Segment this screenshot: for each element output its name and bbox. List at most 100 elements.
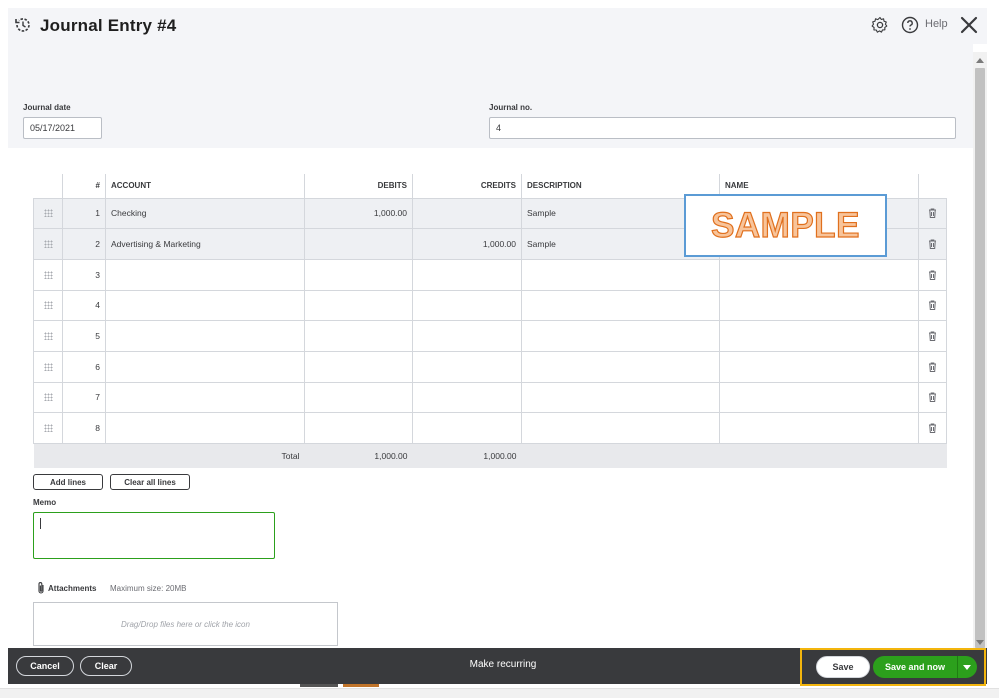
close-icon[interactable] bbox=[959, 15, 979, 35]
scroll-down-icon[interactable] bbox=[976, 640, 984, 645]
trash-icon[interactable] bbox=[928, 423, 937, 434]
description-cell[interactable] bbox=[521, 351, 720, 383]
line-number: 6 bbox=[62, 351, 106, 383]
save-and-new-button[interactable]: Save and now bbox=[873, 656, 977, 678]
drag-handle-icon[interactable] bbox=[43, 209, 53, 218]
credit-cell[interactable] bbox=[412, 259, 522, 291]
attachments-dropzone[interactable]: Drag/Drop files here or click the icon bbox=[33, 602, 338, 646]
journal-no-label: Journal no. bbox=[489, 103, 533, 112]
name-cell[interactable] bbox=[719, 382, 919, 414]
credit-cell[interactable] bbox=[412, 197, 522, 230]
credit-cell[interactable] bbox=[412, 412, 522, 444]
journal-date-label: Journal date bbox=[23, 103, 71, 112]
gear-icon[interactable] bbox=[871, 16, 889, 34]
name-cell[interactable] bbox=[719, 320, 919, 352]
account-cell[interactable] bbox=[105, 412, 305, 444]
column-header-credits: CREDITS bbox=[412, 174, 522, 198]
drag-handle-icon[interactable] bbox=[43, 301, 53, 310]
cancel-button[interactable]: Cancel bbox=[16, 656, 74, 676]
scroll-up-icon[interactable] bbox=[976, 58, 984, 63]
account-cell[interactable] bbox=[105, 320, 305, 352]
debit-cell[interactable] bbox=[304, 228, 413, 260]
vertical-scrollbar[interactable] bbox=[973, 52, 987, 648]
name-cell[interactable] bbox=[719, 290, 919, 322]
credit-cell[interactable]: 1,000.00 bbox=[412, 228, 522, 260]
table-row[interactable]: 7 bbox=[33, 382, 947, 414]
drag-handle-icon[interactable] bbox=[43, 332, 53, 341]
paperclip-icon[interactable] bbox=[36, 581, 46, 595]
description-cell[interactable] bbox=[521, 320, 720, 352]
line-number: 7 bbox=[62, 382, 106, 414]
credit-cell[interactable] bbox=[412, 290, 522, 322]
save-and-new-label[interactable]: Save and now bbox=[873, 656, 957, 678]
attachments-label: Attachments bbox=[48, 584, 97, 593]
drag-handle-icon[interactable] bbox=[43, 362, 53, 371]
account-cell[interactable] bbox=[105, 290, 305, 322]
account-cell[interactable]: Checking bbox=[105, 197, 305, 230]
name-cell[interactable] bbox=[719, 259, 919, 291]
description-cell[interactable] bbox=[521, 412, 720, 444]
sample-stamp: SAMPLE bbox=[684, 194, 887, 257]
table-row[interactable]: 4 bbox=[33, 290, 947, 322]
make-recurring-link[interactable]: Make recurring bbox=[453, 659, 553, 670]
line-number: 4 bbox=[62, 290, 106, 322]
table-row[interactable]: 8 bbox=[33, 412, 947, 444]
line-number: 3 bbox=[62, 259, 106, 291]
credit-cell[interactable] bbox=[412, 382, 522, 414]
add-lines-button[interactable]: Add lines bbox=[33, 474, 103, 490]
debit-cell[interactable] bbox=[304, 290, 413, 322]
memo-textarea[interactable] bbox=[33, 512, 275, 559]
page-title: Journal Entry #4 bbox=[40, 16, 177, 35]
credit-cell[interactable] bbox=[412, 351, 522, 383]
drag-handle-icon[interactable] bbox=[43, 240, 53, 249]
drag-handle-icon[interactable] bbox=[43, 270, 53, 279]
journal-no-field[interactable]: 4 bbox=[489, 117, 956, 139]
history-icon[interactable] bbox=[14, 16, 32, 34]
debit-cell[interactable] bbox=[304, 382, 413, 414]
footer-tab-indicator-active bbox=[343, 684, 379, 687]
drag-handle-icon[interactable] bbox=[43, 424, 53, 433]
description-cell[interactable] bbox=[521, 259, 720, 291]
attachments-max-size: Maximum size: 20MB bbox=[110, 584, 187, 593]
description-cell[interactable] bbox=[521, 290, 720, 322]
account-cell[interactable] bbox=[105, 382, 305, 414]
scrollbar-thumb[interactable] bbox=[975, 68, 985, 648]
total-row: Total 1,000.00 1,000.00 bbox=[33, 443, 947, 468]
account-cell[interactable] bbox=[105, 259, 305, 291]
name-cell[interactable] bbox=[719, 351, 919, 383]
debit-cell[interactable] bbox=[304, 412, 413, 444]
account-cell[interactable]: Advertising & Marketing bbox=[105, 228, 305, 260]
account-cell[interactable] bbox=[105, 351, 305, 383]
trash-icon[interactable] bbox=[928, 239, 937, 250]
table-row[interactable]: 5 bbox=[33, 320, 947, 352]
total-credits: 1,000.00 bbox=[412, 443, 522, 468]
debit-cell[interactable] bbox=[304, 320, 413, 352]
save-button[interactable]: Save bbox=[816, 656, 870, 678]
column-header-number: # bbox=[62, 174, 106, 198]
help-link[interactable]: Help bbox=[925, 18, 948, 30]
line-number: 5 bbox=[62, 320, 106, 352]
clear-button[interactable]: Clear bbox=[80, 656, 132, 676]
journal-date-field[interactable]: 05/17/2021 bbox=[23, 117, 102, 139]
name-cell[interactable] bbox=[719, 412, 919, 444]
trash-icon[interactable] bbox=[928, 392, 937, 403]
table-row[interactable]: 6 bbox=[33, 351, 947, 383]
help-icon[interactable] bbox=[901, 16, 919, 34]
total-debits: 1,000.00 bbox=[304, 443, 413, 468]
description-cell[interactable] bbox=[521, 382, 720, 414]
drag-handle-icon[interactable] bbox=[43, 393, 53, 402]
trash-icon[interactable] bbox=[928, 331, 937, 342]
trash-icon[interactable] bbox=[928, 362, 937, 372]
debit-cell[interactable]: 1,000.00 bbox=[304, 197, 413, 230]
dropzone-text: Drag/Drop files here or click the icon bbox=[121, 619, 250, 629]
clear-all-lines-button[interactable]: Clear all lines bbox=[110, 474, 190, 490]
trash-icon[interactable] bbox=[928, 270, 937, 280]
credit-cell[interactable] bbox=[412, 320, 522, 352]
table-row[interactable]: 3 bbox=[33, 259, 947, 291]
debit-cell[interactable] bbox=[304, 259, 413, 291]
debit-cell[interactable] bbox=[304, 351, 413, 383]
dropdown-arrow-icon[interactable] bbox=[963, 665, 971, 670]
trash-icon[interactable] bbox=[928, 208, 937, 219]
trash-icon[interactable] bbox=[928, 300, 937, 311]
horizontal-scrollbar[interactable] bbox=[0, 688, 999, 698]
